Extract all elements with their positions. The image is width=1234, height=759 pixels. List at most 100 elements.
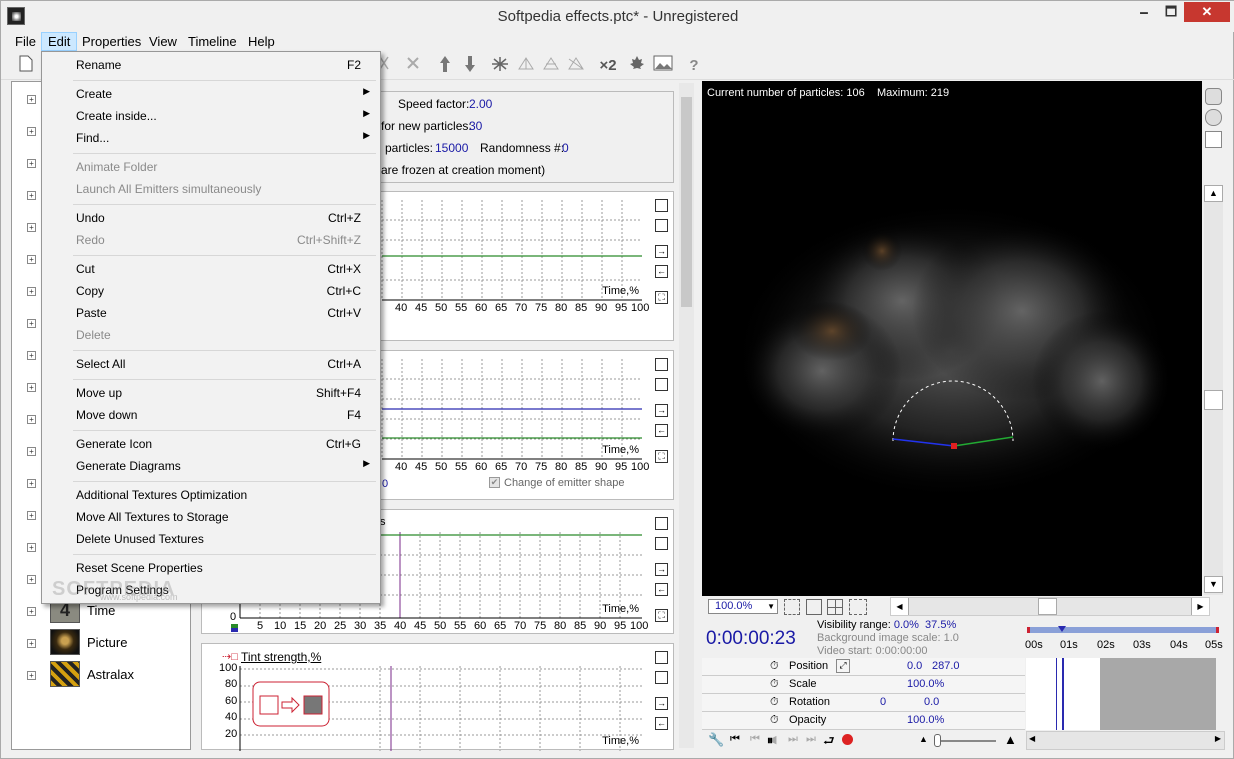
expand-icon[interactable]: + bbox=[27, 479, 36, 488]
properties-scrollbar[interactable] bbox=[679, 83, 694, 748]
speed-factor-value[interactable]: 2.00 bbox=[469, 97, 492, 111]
clear-graph-icon[interactable] bbox=[655, 537, 668, 550]
scrollbar-thumb[interactable] bbox=[1204, 390, 1223, 410]
speed-slider[interactable] bbox=[934, 734, 996, 747]
menu-item-texture-optimization[interactable]: Additional Textures Optimization bbox=[44, 484, 378, 506]
menu-item-delete[interactable]: Delete bbox=[44, 324, 378, 346]
expand-icon[interactable]: + bbox=[27, 223, 36, 232]
magnet-icon[interactable] bbox=[540, 55, 562, 77]
track-value[interactable]: 100.0% bbox=[907, 714, 944, 726]
new-file-icon[interactable] bbox=[15, 55, 37, 77]
menu-item-create-inside[interactable]: Create inside... ▶ bbox=[44, 105, 378, 127]
menu-timeline[interactable]: Timeline bbox=[182, 32, 243, 51]
menu-item-copy[interactable]: Copy Ctrl+C bbox=[44, 280, 378, 302]
menu-edit[interactable]: Edit bbox=[41, 32, 78, 51]
forward-icon[interactable]: ⏭ bbox=[806, 733, 816, 746]
arrow-left-icon[interactable]: ← bbox=[655, 265, 668, 278]
menu-item-move-down[interactable]: Move down F4 bbox=[44, 404, 378, 426]
stopwatch-icon[interactable]: ⏱ bbox=[770, 696, 779, 709]
clear-graph-icon[interactable] bbox=[655, 378, 668, 391]
menu-item-undo[interactable]: Undo Ctrl+Z bbox=[44, 207, 378, 229]
menu-item-move-textures[interactable]: Move All Textures to Storage bbox=[44, 506, 378, 528]
wrench-icon[interactable]: 🔧 bbox=[708, 732, 724, 748]
menu-item-generate-icon[interactable]: Generate Icon Ctrl+G bbox=[44, 433, 378, 455]
visibility-bar[interactable] bbox=[1027, 627, 1219, 633]
rewind-icon[interactable]: ⏮ bbox=[750, 733, 760, 746]
scroll-right-icon[interactable]: ▶ bbox=[1191, 598, 1209, 615]
stopwatch-icon[interactable]: ⏱ bbox=[770, 714, 779, 727]
expand-icon[interactable]: + bbox=[27, 287, 36, 296]
arrow-right-icon[interactable]: → bbox=[655, 245, 668, 258]
slider-thumb[interactable] bbox=[934, 734, 941, 747]
maximize-button[interactable]: 🗖 bbox=[1158, 2, 1184, 22]
menu-properties[interactable]: Properties bbox=[76, 32, 147, 51]
fit-graph-icon[interactable] bbox=[655, 199, 668, 212]
menu-item-generate-diagrams[interactable]: Generate Diagrams ▶ bbox=[44, 455, 378, 477]
arrow-left-icon[interactable]: ← bbox=[655, 583, 668, 596]
expand-icon[interactable]: + bbox=[27, 511, 36, 520]
vortex-icon[interactable] bbox=[565, 55, 587, 77]
viewport-hscroll[interactable]: ◀ ▶ bbox=[890, 597, 1210, 616]
timeline-hscroll[interactable]: ◀ ▶ bbox=[1026, 731, 1225, 750]
grid-icon[interactable] bbox=[1205, 131, 1222, 148]
minimize-button[interactable]: 🗕 bbox=[1131, 2, 1157, 22]
scroll-left-icon[interactable]: ◀ bbox=[891, 598, 909, 615]
randomness-value[interactable]: 0 bbox=[562, 141, 569, 155]
pause-icon[interactable]: ⏸ bbox=[767, 733, 773, 748]
arrow-left-icon[interactable]: ← bbox=[655, 424, 668, 437]
link-icon[interactable]: ⤢ bbox=[836, 659, 850, 673]
frame-icon[interactable] bbox=[849, 599, 867, 615]
clear-graph-icon[interactable] bbox=[655, 671, 668, 684]
move-up-icon[interactable] bbox=[434, 55, 456, 77]
close-button[interactable]: ✕ bbox=[1184, 2, 1230, 22]
scroll-left-icon[interactable]: ◀ bbox=[1029, 734, 1035, 743]
menu-item-paste[interactable]: Paste Ctrl+V bbox=[44, 302, 378, 324]
keyframe-area[interactable] bbox=[1026, 658, 1216, 730]
fit-graph-icon[interactable] bbox=[655, 651, 668, 664]
menu-item-select-all[interactable]: Select All Ctrl+A bbox=[44, 353, 378, 375]
move-down-icon[interactable] bbox=[459, 55, 481, 77]
target-icon[interactable] bbox=[1205, 109, 1222, 126]
menu-item-delete-unused-textures[interactable]: Delete Unused Textures bbox=[44, 528, 378, 550]
texture-icon[interactable] bbox=[806, 599, 822, 615]
double-icon[interactable]: ×2 bbox=[595, 55, 621, 77]
track-rotation[interactable]: ⏱ Rotation 0 0.0 bbox=[702, 694, 1025, 712]
prev-key-icon[interactable]: ⏮ bbox=[730, 733, 740, 746]
arrow-right-icon[interactable]: → bbox=[655, 697, 668, 710]
new-particles-value[interactable]: 30 bbox=[469, 119, 482, 133]
track-value[interactable]: 100.0% bbox=[907, 678, 944, 690]
expand-icon[interactable]: + bbox=[27, 319, 36, 328]
expand-icon[interactable]: + bbox=[27, 255, 36, 264]
record-icon[interactable] bbox=[842, 734, 853, 745]
scroll-right-icon[interactable]: ▶ bbox=[1215, 734, 1221, 743]
expand-icon[interactable]: + bbox=[27, 671, 36, 680]
menu-item-move-up[interactable]: Move up Shift+F4 bbox=[44, 382, 378, 404]
expand-graph-icon[interactable]: ⛶ bbox=[655, 609, 668, 622]
stopwatch-icon[interactable]: ⏱ bbox=[770, 678, 779, 691]
menu-item-find[interactable]: Find... ▶ bbox=[44, 127, 378, 149]
emitter-icon[interactable] bbox=[489, 55, 511, 77]
scrollbar-thumb[interactable] bbox=[681, 97, 692, 307]
menu-item-redo[interactable]: Redo Ctrl+Shift+Z bbox=[44, 229, 378, 251]
expand-icon[interactable]: + bbox=[27, 543, 36, 552]
layout-icon[interactable] bbox=[827, 599, 843, 615]
timeline-ruler[interactable]: 00s 01s 02s 03s 04s 05s bbox=[1025, 624, 1223, 658]
expand-icon[interactable]: + bbox=[27, 191, 36, 200]
expand-icon[interactable]: + bbox=[27, 575, 36, 584]
menu-item-animate-folder[interactable]: Animate Folder bbox=[44, 156, 378, 178]
menu-item-launch-all-emitters[interactable]: Launch All Emitters simultaneously bbox=[44, 178, 378, 200]
expand-icon[interactable]: + bbox=[27, 351, 36, 360]
expand-icon[interactable]: + bbox=[27, 639, 36, 648]
fit-view-icon[interactable] bbox=[784, 599, 800, 615]
expand-icon[interactable]: + bbox=[27, 415, 36, 424]
particles-value[interactable]: 15000 bbox=[435, 141, 468, 155]
track-value[interactable]: 0.0 bbox=[907, 660, 922, 672]
expand-icon[interactable]: + bbox=[27, 95, 36, 104]
track-scale[interactable]: ⏱ Scale 100.0% bbox=[702, 676, 1025, 694]
scrollbar-thumb[interactable] bbox=[1038, 598, 1057, 615]
menu-item-rename[interactable]: Rename F2 bbox=[44, 54, 378, 76]
camera-icon[interactable] bbox=[1205, 88, 1222, 105]
step-forward-icon[interactable]: ⏭ bbox=[788, 733, 798, 746]
axis-icon[interactable] bbox=[1205, 153, 1222, 170]
expand-icon[interactable]: + bbox=[27, 127, 36, 136]
